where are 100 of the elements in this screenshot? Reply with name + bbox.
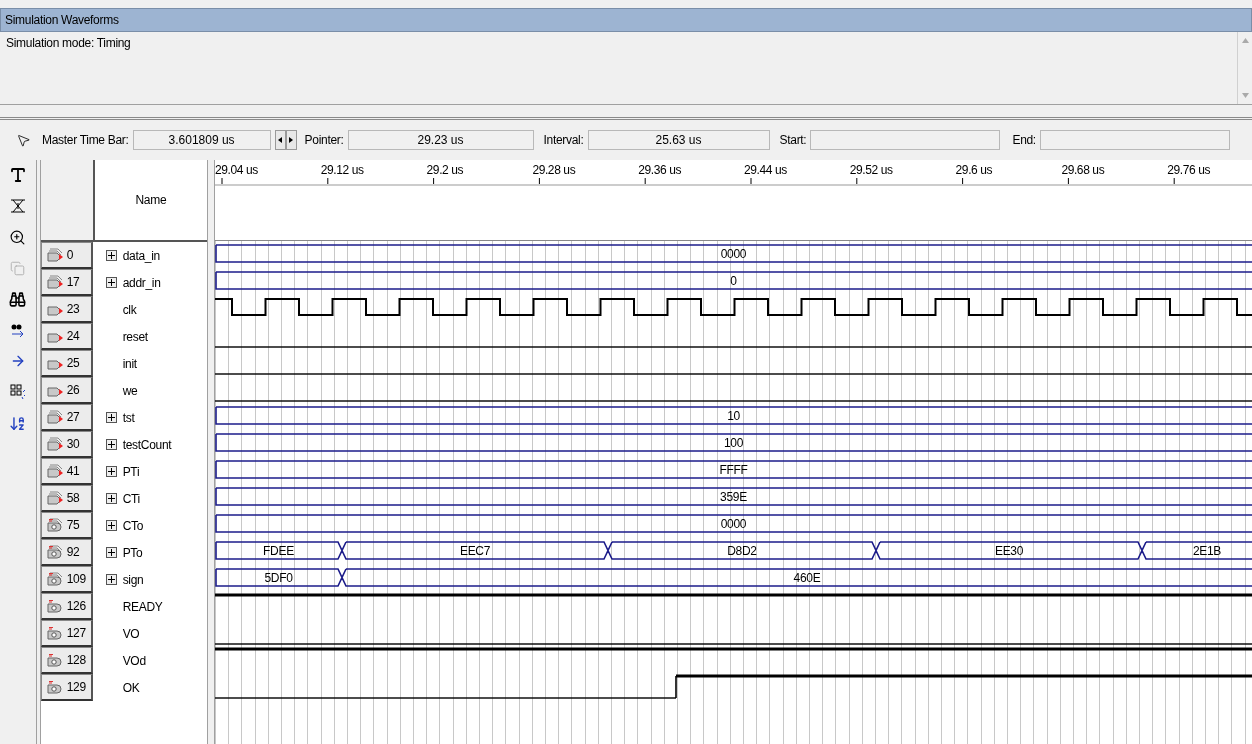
expand-button[interactable] xyxy=(105,574,117,585)
signal-name: init xyxy=(122,356,137,371)
signal-id: 127 xyxy=(66,626,86,640)
signal-id-cell[interactable]: 126 xyxy=(40,593,93,620)
left-triangle-icon xyxy=(278,137,283,143)
bus-value: 460E xyxy=(793,571,821,585)
signal-id-cell[interactable]: 129 xyxy=(40,674,93,701)
bus-value: 359E xyxy=(720,490,747,504)
bus-value: 2E1B xyxy=(1192,544,1222,558)
signal-name: PTo xyxy=(122,545,143,560)
time-label: 29.52 us xyxy=(849,163,893,177)
time-label: 29.2 us xyxy=(426,163,464,177)
signal-id-cell[interactable]: 58 xyxy=(40,485,93,512)
field-label: Interval: xyxy=(543,133,584,147)
signal-name: OK xyxy=(122,680,140,695)
signal-name: we xyxy=(122,383,138,398)
signal-id-cell[interactable]: 27 xyxy=(40,404,93,431)
signal-name: PTi xyxy=(122,464,140,479)
expand-button[interactable] xyxy=(105,250,117,261)
field-label: Start: xyxy=(779,133,807,147)
signal-name: tst xyxy=(122,410,135,425)
ruler-tick xyxy=(1067,177,1069,185)
right-triangle-icon xyxy=(289,137,294,143)
expand-button[interactable] xyxy=(105,412,117,423)
bus-value: 100 xyxy=(723,436,744,450)
signal-id-cell[interactable]: 23 xyxy=(40,296,93,323)
time-label: 29.76 us xyxy=(1167,163,1211,177)
signal-id: 26 xyxy=(66,383,80,397)
time-label: 29.36 us xyxy=(638,163,682,177)
signal-id-cell[interactable]: 41 xyxy=(40,458,93,485)
time-label: 29.44 us xyxy=(744,163,787,177)
signal-id: 41 xyxy=(66,464,80,478)
signal-name: addr_in xyxy=(122,275,161,290)
start-field[interactable] xyxy=(810,130,1001,150)
time-label: 29.68 us xyxy=(1061,163,1105,177)
signal-id-cell[interactable]: 109 xyxy=(40,566,93,593)
ruler-tick xyxy=(327,177,329,185)
bus-value: D8D2 xyxy=(727,544,757,558)
field-label: Pointer: xyxy=(304,133,344,147)
signal-id: 75 xyxy=(66,518,80,532)
ruler-tick xyxy=(538,177,540,185)
signal-id-cell[interactable]: 26 xyxy=(40,377,93,404)
ruler-tick xyxy=(221,177,223,185)
signal-id: 58 xyxy=(66,491,80,505)
signal-name: sign xyxy=(122,572,144,587)
previous-button[interactable] xyxy=(274,130,286,150)
signal-id-cell[interactable]: 24 xyxy=(40,323,93,350)
pointer-field[interactable]: 29.23 us xyxy=(347,130,534,150)
bus-value: 0 xyxy=(730,274,737,288)
signal-id-cell[interactable]: 17 xyxy=(40,269,93,296)
signal-id: 92 xyxy=(66,545,80,559)
field-label: Master Time Bar: xyxy=(42,133,129,147)
signal-name: CTo xyxy=(122,518,144,533)
signal-name: VOd xyxy=(122,653,146,668)
signal-id: 24 xyxy=(66,329,80,343)
expand-button[interactable] xyxy=(105,493,117,504)
master-time-bar-field[interactable]: 3.601809 us xyxy=(132,130,271,150)
bus-value: FDEE xyxy=(263,544,294,558)
bus-value: EE30 xyxy=(994,544,1024,558)
ruler-tick xyxy=(433,177,435,185)
signal-name: clk xyxy=(122,302,137,317)
signal-id: 129 xyxy=(66,680,86,694)
name-column-header: Name xyxy=(134,192,168,209)
signal-name: READY xyxy=(122,599,163,614)
ruler-tick xyxy=(750,177,752,185)
next-button[interactable] xyxy=(285,130,297,150)
field-label: End: xyxy=(1012,133,1036,147)
bus-value: FFFF xyxy=(719,463,748,477)
signal-id-cell[interactable]: 0 xyxy=(40,242,93,269)
time-label: 29.12 us xyxy=(320,163,364,177)
expand-button[interactable] xyxy=(105,277,117,288)
signal-id-cell[interactable]: 92 xyxy=(40,539,93,566)
signal-id-cell[interactable]: 75 xyxy=(40,512,93,539)
expand-button[interactable] xyxy=(105,547,117,558)
expand-button[interactable] xyxy=(105,466,117,477)
signal-id: 23 xyxy=(66,302,80,316)
signal-id: 25 xyxy=(66,356,80,370)
signal-id-cell[interactable]: 128 xyxy=(40,647,93,674)
ruler-tick xyxy=(1173,177,1175,185)
bus-value: 0000 xyxy=(720,517,747,531)
signal-id: 128 xyxy=(66,653,86,667)
signal-id-cell[interactable]: 25 xyxy=(40,350,93,377)
bus-value: 10 xyxy=(727,409,740,423)
end-field[interactable] xyxy=(1039,130,1230,150)
signal-id: 30 xyxy=(66,437,80,451)
expand-button[interactable] xyxy=(105,439,117,450)
simulation-mode-text: Simulation mode: Timing xyxy=(5,35,132,52)
signal-id-cell[interactable]: 30 xyxy=(40,431,93,458)
bus-value: EEC7 xyxy=(459,544,491,558)
expand-button[interactable] xyxy=(105,520,117,531)
signal-id: 126 xyxy=(66,599,86,613)
signal-name: reset xyxy=(122,329,148,344)
signal-name: VO xyxy=(122,626,140,641)
signal-id-cell[interactable]: 127 xyxy=(40,620,93,647)
signal-id: 109 xyxy=(66,572,86,586)
bus-value: 0000 xyxy=(720,247,747,261)
interval-field[interactable]: 25.63 us xyxy=(587,130,770,150)
time-label: 29.28 us xyxy=(532,163,576,177)
signal-id: 17 xyxy=(66,275,80,289)
time-label: 29.6 us xyxy=(955,163,993,177)
